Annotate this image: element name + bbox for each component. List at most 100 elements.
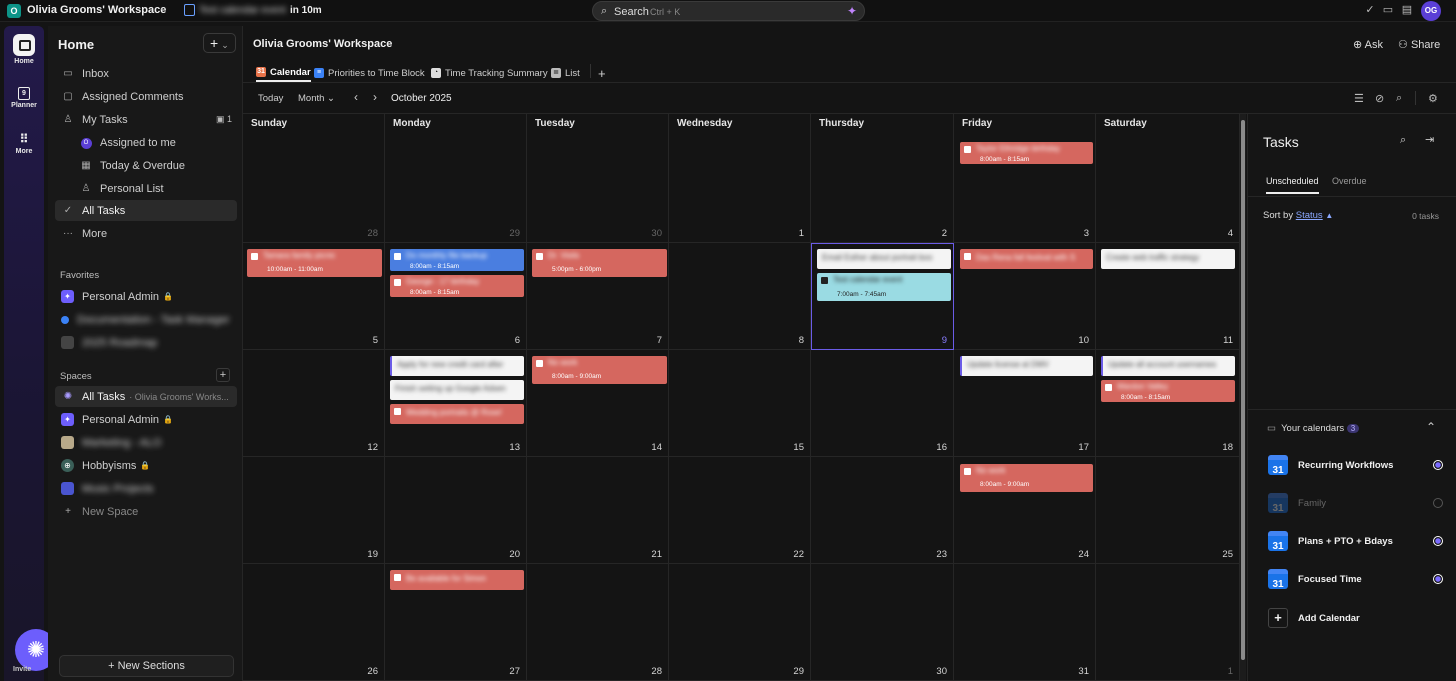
tab-calendar[interactable]: 31 Calendar: [256, 64, 311, 82]
calendar-task[interactable]: Update license at DMV: [960, 356, 1093, 376]
avatar[interactable]: OG: [1421, 1, 1441, 21]
calendar-event[interactable]: No work 8:00am - 9:00am: [960, 464, 1093, 492]
calendar-row[interactable]: 31 Recurring Workflows: [1268, 453, 1443, 477]
day-cell[interactable]: 28: [243, 114, 385, 243]
calendar-scrollbar[interactable]: [1240, 114, 1246, 681]
rail-more[interactable]: ⠿ More: [4, 132, 44, 155]
day-cell[interactable]: 20: [385, 457, 527, 564]
favorite-item[interactable]: ✦ Personal Admin 🔒: [61, 286, 237, 307]
space-music-projects[interactable]: Music Projects: [61, 478, 237, 499]
scrollbar-thumb[interactable]: [1241, 120, 1245, 660]
chevron-down-icon[interactable]: ⌄: [159, 3, 167, 14]
next-event-title[interactable]: Test calendar event: [199, 5, 286, 16]
today-button[interactable]: Today: [258, 93, 283, 104]
day-cell[interactable]: 3: [954, 114, 1096, 243]
rail-planner[interactable]: 9 Planner: [4, 84, 44, 109]
favorite-item[interactable]: 2025 Roadmap: [61, 332, 237, 353]
calendar-toggle[interactable]: [1433, 460, 1443, 470]
chevron-up-icon[interactable]: ⌃: [1426, 420, 1436, 434]
rail-home[interactable]: Home: [4, 34, 44, 65]
sidebar-item-assigned-comments[interactable]: ▢ Assigned Comments: [61, 86, 237, 107]
calendar-toggle[interactable]: [1433, 536, 1443, 546]
calendar-event[interactable]: Wedding portraits @ Rose!: [390, 404, 524, 424]
day-cell[interactable]: 31: [954, 564, 1096, 681]
search-icon[interactable]: ⌕: [1396, 92, 1402, 105]
settings-icon[interactable]: ⚙: [1428, 92, 1438, 105]
sidebar-item-inbox[interactable]: ▭ Inbox: [61, 63, 237, 84]
your-calendars-header[interactable]: ▭ Your calendars 3: [1267, 423, 1360, 434]
notepad-icon[interactable]: ▤: [1401, 4, 1413, 16]
day-cell[interactable]: 29: [385, 114, 527, 243]
create-button[interactable]: + ⌄: [203, 33, 236, 53]
calendar-toggle[interactable]: [1433, 574, 1443, 584]
calendar-event[interactable]: No work 8:00am - 9:00am: [532, 356, 667, 384]
calendar-task[interactable]: Email Esther about portrait boo: [817, 249, 951, 269]
filter-icon[interactable]: ☰: [1354, 92, 1364, 105]
ai-brain-icon[interactable]: ✦: [847, 4, 857, 18]
day-cell[interactable]: 15: [669, 350, 811, 457]
calendar-row[interactable]: 31 Focused Time: [1268, 567, 1443, 591]
day-cell[interactable]: 21: [527, 457, 669, 564]
add-calendar-button[interactable]: + Add Calendar: [1268, 606, 1443, 630]
add-view-button[interactable]: +: [598, 64, 606, 82]
add-space-button[interactable]: +: [216, 368, 230, 382]
calendar-event[interactable]: George - 17 birthday 8:00am - 8:15am: [390, 275, 524, 297]
space-all-tasks[interactable]: ✺ All Tasks · Olivia Grooms' Works...: [55, 386, 237, 407]
space-personal-admin[interactable]: ✦ Personal Admin 🔒: [61, 409, 237, 430]
sidebar-item-more[interactable]: ··· More: [61, 223, 237, 244]
day-cell[interactable]: 25: [1096, 457, 1240, 564]
sort-field[interactable]: Status: [1296, 210, 1323, 221]
sidebar-item-my-tasks[interactable]: ♙ My Tasks ▣ 1: [61, 109, 237, 130]
ask-button[interactable]: ⊕ Ask: [1353, 38, 1383, 51]
day-cell[interactable]: 30: [527, 114, 669, 243]
calendar-event[interactable]: Be available for Simon: [390, 570, 524, 590]
calendar-row[interactable]: 31 Family: [1268, 491, 1443, 515]
day-cell[interactable]: 26: [243, 564, 385, 681]
day-cell[interactable]: 28: [527, 564, 669, 681]
day-cell[interactable]: 29: [669, 564, 811, 681]
calendar-event[interactable]: Taylor Ethridge birthday 8:00am - 8:15am: [960, 142, 1093, 164]
calendar-event[interactable]: Wardon Valley 8:00am - 8:15am: [1101, 380, 1235, 402]
prev-month-button[interactable]: ‹: [354, 90, 358, 104]
day-cell[interactable]: 4: [1096, 114, 1240, 243]
search-bar[interactable]: ⌕ Search Ctrl + K ✦: [592, 1, 865, 21]
calendar-event[interactable]: Das Rena fall festival with S: [960, 249, 1093, 269]
space-hobbyisms[interactable]: ⊕ Hobbyisms 🔒: [61, 455, 237, 476]
check-circle-icon[interactable]: ⊘: [1375, 92, 1384, 105]
tab-unscheduled[interactable]: Unscheduled: [1266, 176, 1319, 194]
new-space-button[interactable]: + New Space: [61, 501, 237, 522]
sidebar-item-assigned-to-me[interactable]: O Assigned to me: [79, 132, 237, 153]
space-marketing[interactable]: Marketing - ALO: [61, 432, 237, 453]
inbox-icon[interactable]: ▭: [1382, 4, 1394, 16]
view-mode-select[interactable]: Month ⌄: [298, 93, 335, 104]
sidebar-item-all-tasks[interactable]: ✓ All Tasks: [55, 200, 237, 221]
calendar-event[interactable]: Test calendar event 7:00am - 7:45am: [817, 273, 951, 301]
day-cell[interactable]: 8: [669, 243, 811, 350]
calendar-event[interactable]: Do monthly file backup 8:00am - 8:15am: [390, 249, 524, 271]
sidebar-item-today-overdue[interactable]: ▦ Today & Overdue: [79, 155, 237, 176]
sort-control[interactable]: Sort by Status ▲: [1263, 210, 1333, 221]
day-cell[interactable]: 19: [243, 457, 385, 564]
collapse-panel-icon[interactable]: ⇥: [1425, 133, 1434, 146]
day-cell[interactable]: 1: [1096, 564, 1240, 681]
day-cell[interactable]: 30: [811, 564, 954, 681]
calendar-event[interactable]: Dr. Visits 5:00pm - 6:00pm: [532, 249, 667, 277]
day-cell[interactable]: 22: [669, 457, 811, 564]
day-cell[interactable]: 23: [811, 457, 954, 564]
next-month-button[interactable]: ›: [373, 90, 377, 104]
invite-label[interactable]: Invite: [13, 666, 31, 673]
workspace-badge[interactable]: O: [7, 4, 21, 18]
calendar-task[interactable]: Create web traffic strategy: [1101, 249, 1235, 269]
day-cell[interactable]: 1: [669, 114, 811, 243]
sidebar-item-personal-list[interactable]: ♙ Personal List: [79, 178, 237, 199]
tab-list[interactable]: ≣ List: [551, 64, 580, 82]
day-cell[interactable]: 2: [811, 114, 954, 243]
workspace-switcher[interactable]: Olivia Grooms' Workspace: [27, 4, 166, 16]
tab-time-tracking[interactable]: ◔ Time Tracking Summary: [431, 64, 548, 82]
calendar-task[interactable]: Apply for new credit card after: [390, 356, 524, 376]
favorite-item[interactable]: Documentation - Task Manager: [61, 309, 237, 330]
day-cell[interactable]: 12: [243, 350, 385, 457]
check-circle-icon[interactable]: ✓: [1364, 4, 1376, 16]
search-icon[interactable]: ⌕: [1400, 134, 1406, 147]
calendar-event[interactable]: Tamara family picnic 10:00am - 11:00am: [247, 249, 382, 277]
